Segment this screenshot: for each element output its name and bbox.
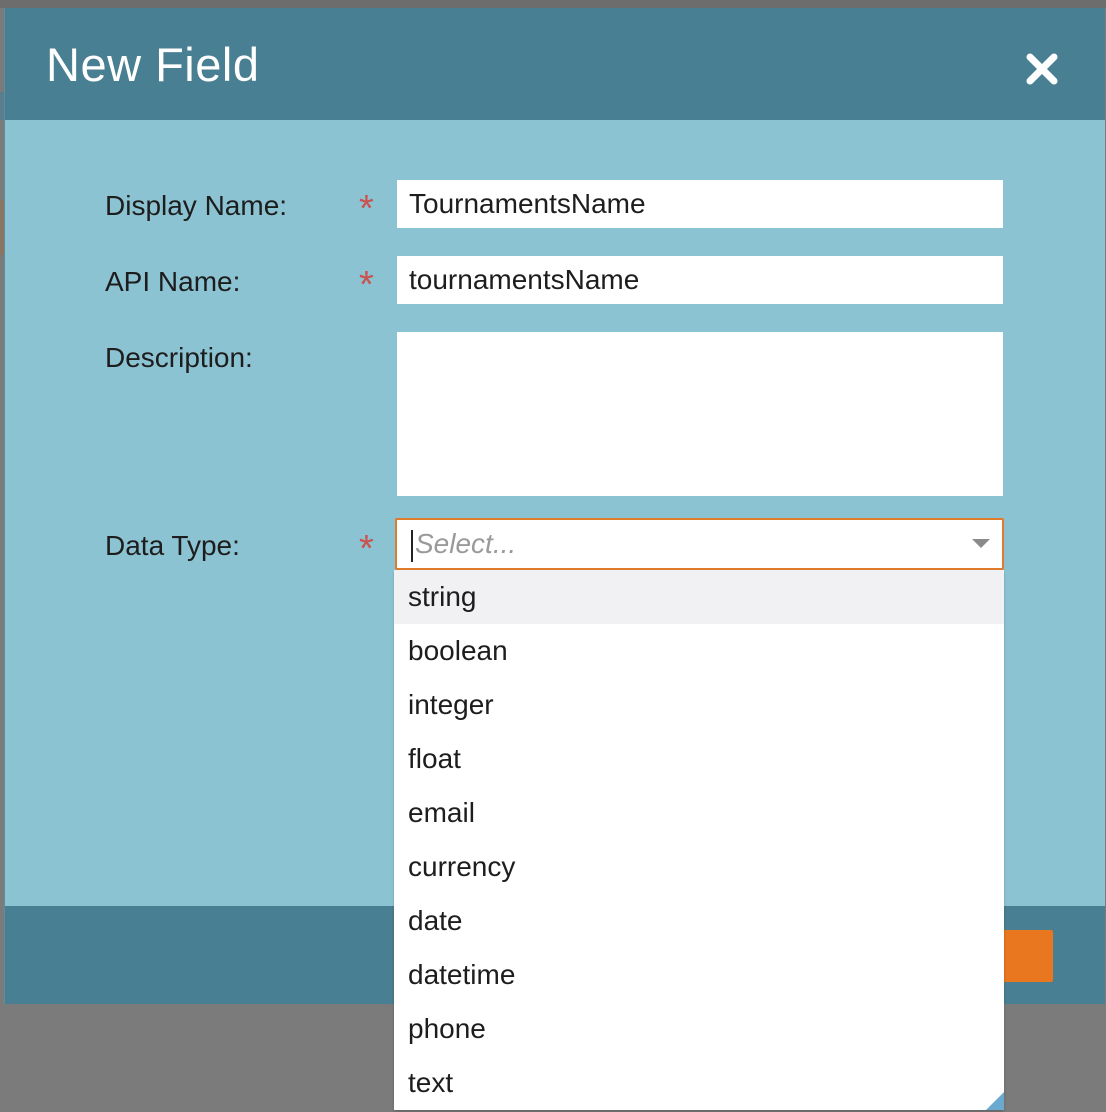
- data-type-option-datetime[interactable]: datetime: [394, 948, 1004, 1002]
- resize-grip-icon[interactable]: [986, 1092, 1004, 1110]
- data-type-option-text[interactable]: text: [394, 1056, 1004, 1110]
- dialog-header: New Field: [5, 8, 1105, 120]
- text-cursor: [411, 530, 413, 562]
- data-type-placeholder: Select...: [415, 528, 517, 559]
- data-type-option-string[interactable]: string: [394, 570, 1004, 624]
- data-type-option-boolean[interactable]: boolean: [394, 624, 1004, 678]
- data-type-options-list: string boolean integer float email curre…: [394, 570, 1004, 1110]
- required-asterisk-icon: *: [359, 264, 374, 306]
- data-type-select[interactable]: Select...: [395, 518, 1004, 570]
- data-type-option-float[interactable]: float: [394, 732, 1004, 786]
- display-name-input[interactable]: [397, 180, 1003, 228]
- dialog-title: New Field: [46, 38, 260, 91]
- data-type-option-currency[interactable]: currency: [394, 840, 1004, 894]
- required-asterisk-icon: *: [359, 188, 374, 230]
- required-asterisk-icon: *: [359, 528, 374, 570]
- data-type-option-phone[interactable]: phone: [394, 1002, 1004, 1056]
- description-label: Description:: [105, 342, 253, 373]
- data-type-label: Data Type:: [105, 530, 240, 561]
- api-name-input[interactable]: [397, 256, 1003, 304]
- api-name-label: API Name:: [105, 266, 241, 297]
- close-icon: [1026, 53, 1058, 85]
- chevron-down-icon[interactable]: [972, 539, 990, 548]
- display-name-label: Display Name:: [105, 190, 288, 221]
- create-button[interactable]: E: [1001, 930, 1053, 982]
- data-type-option-email[interactable]: email: [394, 786, 1004, 840]
- data-type-option-date[interactable]: date: [394, 894, 1004, 948]
- backdrop: [0, 0, 1106, 8]
- close-button[interactable]: [1025, 52, 1059, 86]
- data-type-option-integer[interactable]: integer: [394, 678, 1004, 732]
- description-textarea[interactable]: [397, 332, 1003, 496]
